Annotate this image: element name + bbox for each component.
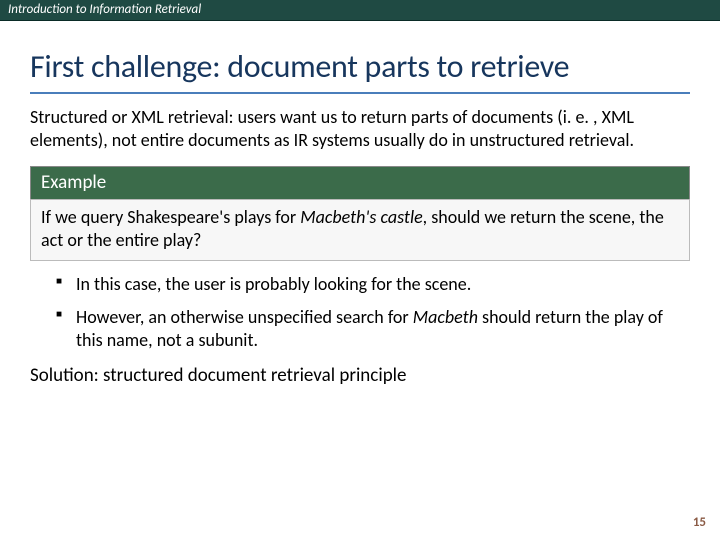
list-item: However, an otherwise unspecified search…	[56, 306, 690, 352]
example-text-pre: If we query Shakespeare's plays for	[41, 206, 300, 228]
slide-content: First challenge: document parts to retri…	[0, 47, 720, 387]
slide-title: First challenge: document parts to retri…	[30, 47, 690, 86]
bullet-text-emph: Macbeth	[413, 306, 478, 328]
bullet-text: In this case, the user is probably looki…	[76, 273, 471, 295]
page-number: 15	[693, 515, 706, 530]
example-box: Example If we query Shakespeare's plays …	[30, 166, 690, 261]
example-body: If we query Shakespeare's plays for Macb…	[30, 199, 690, 261]
example-heading: Example	[30, 166, 690, 199]
bullet-list: In this case, the user is probably looki…	[56, 273, 690, 352]
intro-paragraph: Structured or XML retrieval: users want …	[30, 106, 690, 152]
list-item: In this case, the user is probably looki…	[56, 273, 690, 296]
title-underline	[30, 92, 690, 94]
solution-line: Solution: structured document retrieval …	[30, 364, 690, 387]
example-text-emph: Macbeth's castle	[300, 206, 422, 228]
header-bar: Introduction to Information Retrieval	[0, 0, 720, 21]
bullet-text-pre: However, an otherwise unspecified search…	[76, 306, 413, 328]
header-text: Introduction to Information Retrieval	[8, 2, 201, 17]
